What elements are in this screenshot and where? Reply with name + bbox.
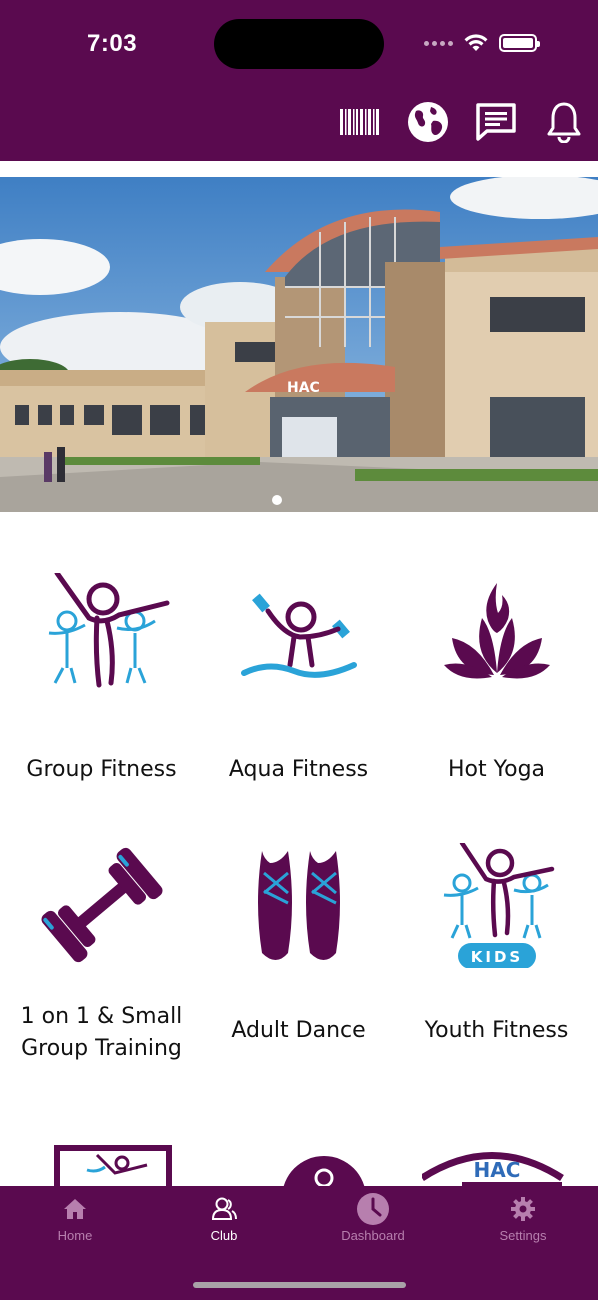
tab-club[interactable]: Club bbox=[164, 1196, 284, 1243]
tile-youth-fitness[interactable]: KIDS Youth Fitness bbox=[397, 842, 596, 1047]
battery-icon bbox=[499, 34, 540, 52]
cellular-icon bbox=[424, 40, 453, 46]
tile-label: Adult Dance bbox=[231, 1018, 366, 1043]
clock-icon bbox=[357, 1193, 389, 1225]
tile-label: Hot Yoga bbox=[447, 757, 546, 782]
carousel-page-indicator[interactable] bbox=[272, 495, 282, 505]
club-banner-carousel[interactable]: HAC bbox=[0, 177, 598, 512]
kids-fitness-icon: KIDS bbox=[422, 842, 572, 968]
home-indicator[interactable] bbox=[193, 1282, 406, 1288]
tile-label-line2: Group Training bbox=[21, 1036, 182, 1061]
tile-personal-training[interactable]: 1 on 1 & Small Group Training bbox=[2, 845, 201, 1065]
hac-logo-text: HAC bbox=[473, 1158, 520, 1182]
tile-adult-dance[interactable]: Adult Dance bbox=[199, 845, 398, 1047]
wifi-icon bbox=[464, 34, 488, 51]
tab-settings[interactable]: Settings bbox=[463, 1196, 583, 1243]
gear-icon bbox=[511, 1197, 535, 1221]
tile-aqua-fitness[interactable]: Aqua Fitness bbox=[199, 570, 398, 786]
header-toolbar bbox=[0, 100, 598, 146]
tile-label: Youth Fitness bbox=[424, 1018, 569, 1043]
tile-label-line1: 1 on 1 & Small bbox=[20, 1004, 183, 1029]
banner-sign: HAC bbox=[287, 380, 320, 396]
tab-label: Club bbox=[210, 1228, 238, 1243]
status-icons bbox=[424, 33, 540, 53]
tab-label: Settings bbox=[499, 1228, 547, 1243]
club-building-image: HAC bbox=[0, 177, 598, 512]
dynamic-island bbox=[214, 19, 384, 69]
globe-icon[interactable] bbox=[405, 100, 451, 144]
kids-badge: KIDS bbox=[470, 948, 522, 966]
tile-hot-yoga[interactable]: Hot Yoga bbox=[397, 570, 596, 786]
top-bar: 7:03 bbox=[0, 0, 598, 161]
group-fitness-icon bbox=[27, 570, 177, 690]
tile-label: Aqua Fitness bbox=[228, 757, 369, 782]
bell-icon[interactable] bbox=[542, 100, 586, 144]
dumbbell-icon bbox=[27, 845, 177, 965]
tile-group-fitness[interactable]: Group Fitness bbox=[2, 570, 201, 786]
message-icon[interactable] bbox=[472, 100, 520, 144]
barcode-icon[interactable] bbox=[337, 100, 383, 144]
ballet-shoes-icon bbox=[224, 845, 374, 965]
tab-label: Dashboard bbox=[341, 1228, 405, 1243]
home-icon bbox=[64, 1199, 86, 1219]
club-icon bbox=[211, 1197, 237, 1220]
tile-label: Group Fitness bbox=[26, 757, 177, 782]
tab-dashboard[interactable]: Dashboard bbox=[313, 1193, 433, 1243]
tab-label: Home bbox=[57, 1228, 93, 1243]
club-screen: 7:03 HAC Group Fitness Aqua Fitness Hot … bbox=[0, 0, 598, 1300]
tab-home[interactable]: Home bbox=[15, 1196, 135, 1243]
lotus-flame-icon bbox=[422, 570, 572, 690]
aqua-fitness-icon bbox=[224, 570, 374, 690]
status-time: 7:03 bbox=[87, 30, 138, 57]
